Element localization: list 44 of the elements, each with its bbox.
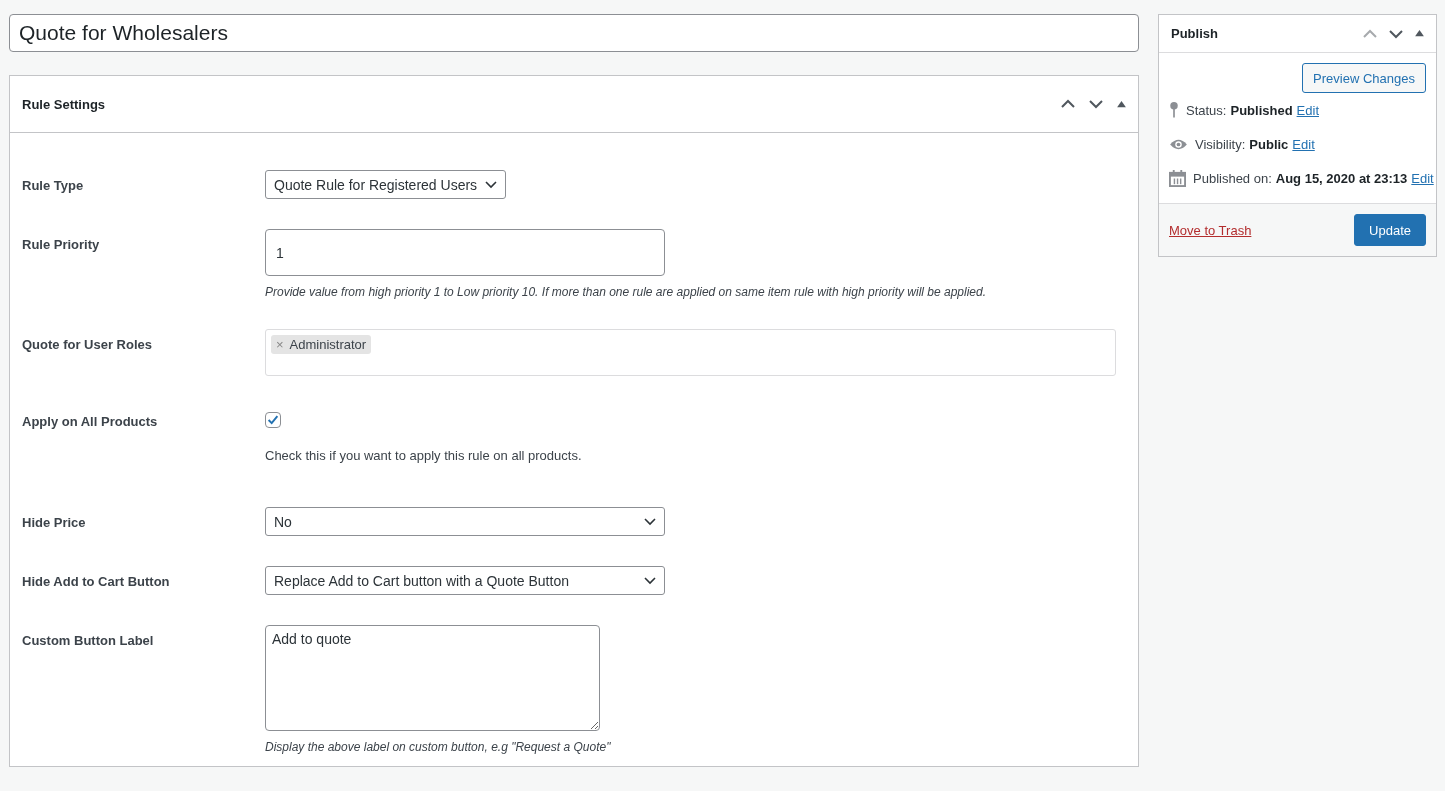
field-description: Provide value from high priority 1 to Low priority 10. If more than one rule are applied on same item rule with high priority will be applied. <box>265 285 987 299</box>
caret-icon <box>644 517 656 526</box>
move-to-trash-link[interactable]: Move to Trash <box>1169 222 1252 238</box>
field-label: Hide Add to Cart Button <box>22 573 171 591</box>
field-label: Hide Price <box>22 514 87 532</box>
panel-title: Publish <box>1171 26 1218 41</box>
field-label: Apply on All Products <box>22 413 159 431</box>
status-value: Public <box>1249 136 1289 152</box>
collapse-icon[interactable] <box>1117 100 1126 108</box>
move-down-icon[interactable] <box>1089 99 1103 109</box>
post-title-field[interactable]: Quote for Wholesalers <box>9 14 1139 52</box>
status-label: Published on: <box>1193 170 1272 186</box>
status-value: Published <box>1230 102 1293 118</box>
field-label: Rule Priority <box>22 236 101 254</box>
priority-field[interactable]: 1 <box>265 229 665 276</box>
dropdown[interactable]: Replace Add to Cart button with a Quote Button <box>265 566 665 595</box>
edit-link[interactable]: Edit <box>1296 102 1319 118</box>
field-description: Check this if you want to apply this rule on all products. <box>265 448 582 463</box>
field-label: Quote for User Roles <box>22 336 154 354</box>
caret-icon <box>644 576 656 585</box>
edit-link[interactable]: Edit <box>1292 136 1315 152</box>
move-up-icon[interactable] <box>1061 99 1075 109</box>
caret-icon <box>485 180 498 189</box>
pin-icon <box>1169 101 1179 119</box>
status-value: Aug 15, 2020 at 23:13 <box>1275 170 1408 186</box>
status-label: Visibility: <box>1195 136 1246 152</box>
edit-link[interactable]: Edit <box>1411 170 1434 186</box>
dropdown[interactable]: Quote Rule for Registered Users <box>265 170 507 199</box>
field-label: Rule Type <box>22 177 85 195</box>
label-textarea[interactable]: Add to quote <box>265 625 600 731</box>
collapse-icon[interactable] <box>1415 30 1424 37</box>
panel-title: Rule Settings <box>22 96 106 112</box>
eye-icon <box>1169 137 1188 151</box>
field-description: Display the above label on custom button, e.g "Request a Quote" <box>265 740 611 754</box>
update-button[interactable]: Update <box>1354 214 1426 246</box>
roles-field[interactable]: × Administrator <box>265 329 1116 376</box>
preview-changes-button[interactable]: Preview Changes <box>1302 63 1426 93</box>
checkbox[interactable] <box>265 412 281 428</box>
move-down-icon[interactable] <box>1389 28 1403 39</box>
dropdown[interactable]: No <box>265 507 665 536</box>
status-label: Status: <box>1186 102 1227 118</box>
calendar-icon <box>1169 169 1186 187</box>
field-label: Custom Button Label <box>22 632 155 650</box>
tag-label: Administrator <box>289 337 367 352</box>
